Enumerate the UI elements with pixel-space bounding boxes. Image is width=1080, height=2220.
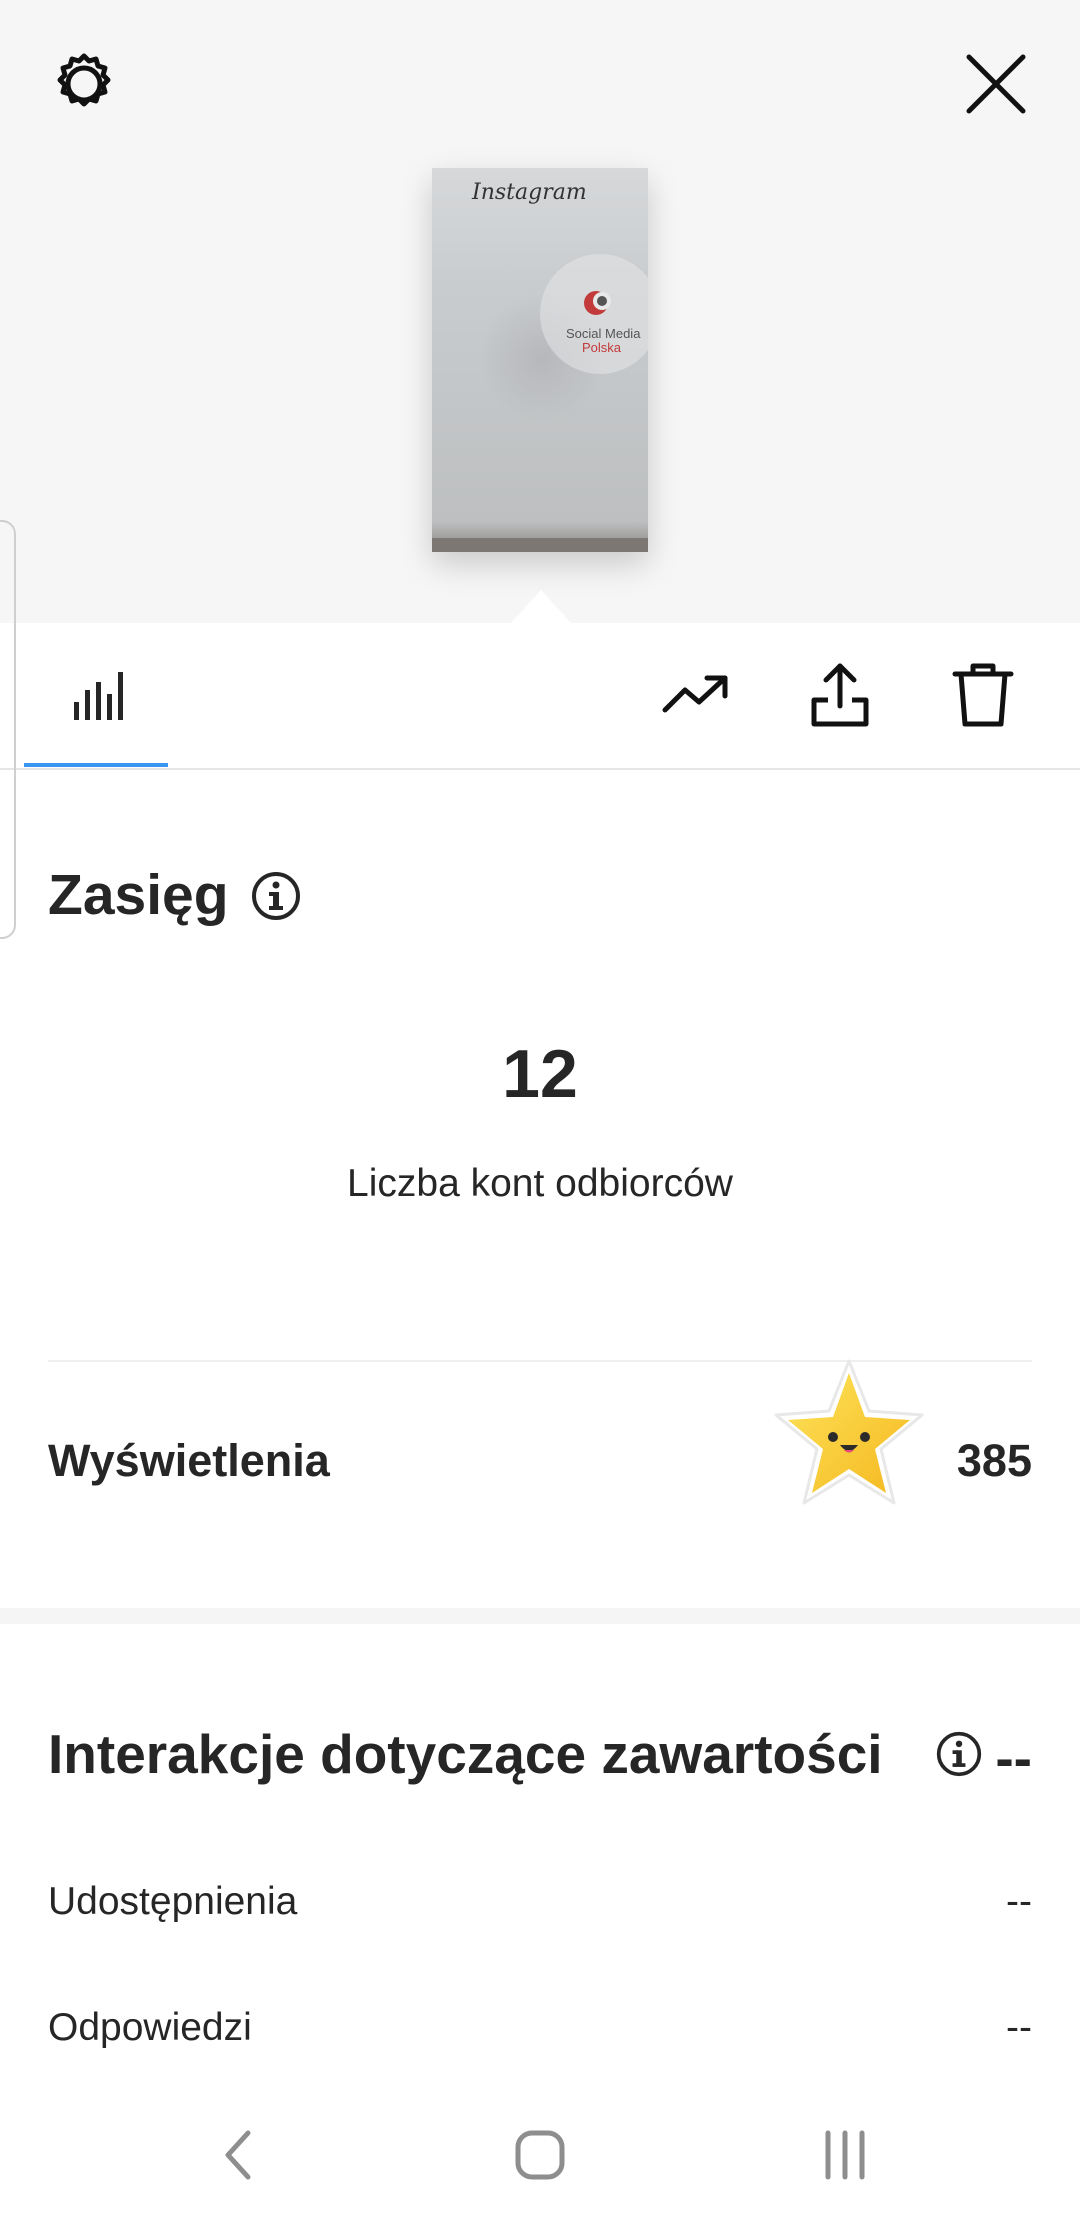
reach-caption: Liczba kont odbiorców (347, 1162, 733, 1205)
preview-pointer (511, 590, 571, 623)
recents-button[interactable] (795, 2110, 895, 2200)
impressions-value: 385 (956, 1435, 1032, 1486)
interactions-title: Interakcje dotyczące zawartości (48, 1723, 883, 1785)
bar-chart-icon (74, 671, 123, 720)
impressions-label: Wyświetlenia (48, 1435, 330, 1486)
star-sticker-icon (774, 1359, 924, 1505)
trash-icon (952, 663, 1014, 727)
edge-panel-handle[interactable] (0, 520, 16, 939)
replies-label: Odpowiedzi (48, 2006, 252, 2049)
close-icon (966, 54, 1026, 114)
home-button[interactable] (490, 2110, 590, 2200)
reach-value: 12 (502, 1036, 578, 1112)
recents-icon (825, 2130, 865, 2180)
trending-up-icon (662, 675, 728, 713)
gear-icon (57, 53, 111, 107)
reach-info-icon[interactable] (250, 870, 302, 922)
shares-value: -- (1006, 1880, 1032, 1923)
settings-button[interactable] (44, 44, 124, 124)
thumbnail-brand-line2: Polska (582, 340, 622, 355)
shares-label: Udostępnienia (48, 1880, 298, 1923)
story-insights-screen: Instagram Social Media Polska Zasięg 12 … (0, 0, 1080, 2220)
story-preview-area: Instagram Social Media Polska (0, 0, 1080, 623)
back-button[interactable] (188, 2110, 288, 2200)
replies-value: -- (1006, 2006, 1032, 2049)
interactions-value: -- (995, 1727, 1032, 1789)
section-separator (0, 1608, 1080, 1624)
tab-insights[interactable] (24, 623, 168, 768)
share-button[interactable] (800, 655, 880, 735)
system-nav-bar (0, 2090, 1080, 2220)
brand-logo-icon (584, 291, 611, 315)
interactions-info-icon[interactable] (935, 1730, 983, 1778)
insights-tab-bar (0, 623, 1080, 770)
home-icon (515, 2130, 565, 2180)
thumbnail-header-text: Instagram (472, 180, 587, 205)
thumbnail-brand-line1: Social Media (566, 326, 641, 341)
reach-title: Zasięg (48, 863, 229, 927)
active-tab-indicator (24, 763, 168, 767)
story-thumbnail[interactable]: Instagram Social Media Polska (432, 168, 648, 552)
close-button[interactable] (956, 44, 1036, 124)
thumbnail-bottom-strip (432, 538, 648, 552)
share-icon (811, 663, 869, 727)
delete-button[interactable] (943, 655, 1023, 735)
promote-button[interactable] (656, 655, 736, 735)
back-chevron-icon (225, 2130, 251, 2180)
